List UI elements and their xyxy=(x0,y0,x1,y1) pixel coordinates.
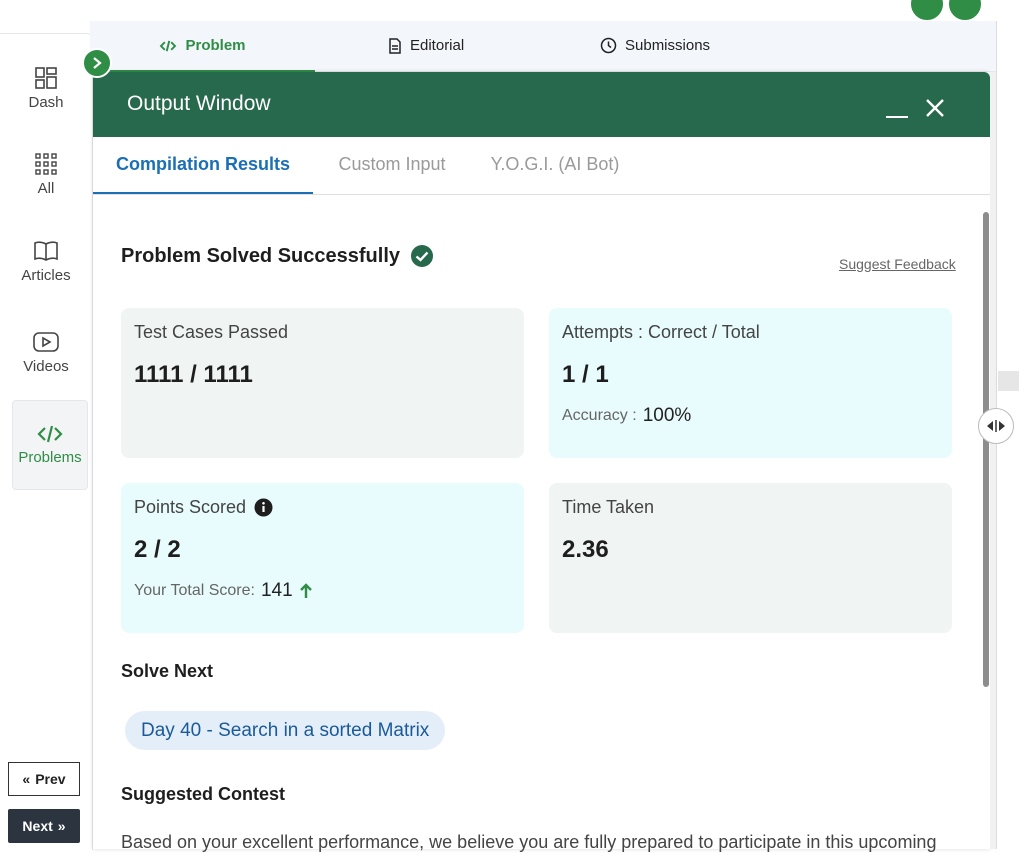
card-value: 2.36 xyxy=(562,536,609,563)
sidebar-item-articles[interactable]: Articles xyxy=(0,239,92,284)
top-bar xyxy=(0,0,1019,22)
total-score-value: 141 xyxy=(260,580,293,601)
points-card: Points Scored 2 / 2 Your Total Score: 14… xyxy=(121,483,524,633)
double-chevron-right-icon: » xyxy=(57,818,66,834)
expand-sidebar-button[interactable] xyxy=(82,48,112,78)
card-label: Points Scored xyxy=(134,497,247,517)
tab-label: Editorial xyxy=(410,37,465,54)
tab-problem[interactable]: Problem xyxy=(90,21,315,72)
prev-label: Prev xyxy=(35,771,66,787)
document-icon xyxy=(389,37,401,54)
card-label-row: Points Scored xyxy=(134,497,511,518)
dashboard-icon xyxy=(35,67,57,89)
sidebar-item-dash[interactable]: Dash xyxy=(0,66,92,111)
next-button[interactable]: Next » xyxy=(8,809,80,843)
card-label: Time Taken xyxy=(562,497,655,517)
chevron-right-icon xyxy=(93,57,102,69)
time-taken-card: Time Taken 2.36 xyxy=(549,483,952,633)
sidebar-item-videos[interactable]: Videos xyxy=(0,330,92,375)
contest-description: Based on your excellent performance, we … xyxy=(121,832,937,852)
book-icon xyxy=(34,241,58,261)
double-chevron-left-icon: « xyxy=(22,771,31,787)
attempts-card: Attempts : Correct / Total 1 / 1 Accurac… xyxy=(549,308,952,458)
card-value: 1111 / 1111 xyxy=(134,361,253,388)
clock-icon xyxy=(600,37,617,54)
minimize-icon[interactable] xyxy=(886,116,908,118)
grid-icon xyxy=(35,153,57,175)
card-value: 1 / 1 xyxy=(562,361,609,388)
check-circle-icon xyxy=(411,245,433,267)
tab-compilation-results[interactable]: Compilation Results xyxy=(93,137,313,194)
editor-gutter xyxy=(998,371,1019,391)
tab-submissions[interactable]: Submissions xyxy=(600,21,710,70)
accuracy-value: 100% xyxy=(642,405,692,426)
solve-next-link[interactable]: Day 40 - Search in a sorted Matrix xyxy=(125,711,446,750)
left-sidebar: Dash All Articles Videos Problems xyxy=(0,33,93,850)
prev-button[interactable]: « Prev xyxy=(8,762,80,796)
sidebar-item-label: Videos xyxy=(23,358,69,375)
code-icon xyxy=(160,40,177,51)
accuracy-row: Accuracy : 100% xyxy=(562,405,939,427)
tab-label: Problem xyxy=(185,37,246,54)
suggest-feedback-link[interactable]: Suggest Feedback xyxy=(839,256,956,272)
sidebar-item-label: Problems xyxy=(18,449,82,466)
tab-custom-input[interactable]: Custom Input xyxy=(323,137,461,192)
output-window-header: Output Window xyxy=(93,72,990,137)
sidebar-item-problems[interactable]: Problems xyxy=(12,400,88,490)
tab-editorial[interactable]: Editorial xyxy=(388,21,464,70)
tab-label: Submissions xyxy=(625,37,711,54)
tab-yogi-ai-bot[interactable]: Y.O.G.I. (AI Bot) xyxy=(485,137,625,192)
problem-tabs: Problem Editorial Submissions xyxy=(90,21,996,72)
close-icon[interactable] xyxy=(925,98,945,118)
output-window-tabs: Compilation Results Custom Input Y.O.G.I… xyxy=(93,137,990,195)
sidebar-item-label: All xyxy=(37,180,55,197)
panel-resize-handle[interactable] xyxy=(978,408,1014,444)
total-score-row: Your Total Score: 141 xyxy=(134,580,511,602)
info-icon[interactable] xyxy=(254,498,273,517)
test-cases-card: Test Cases Passed 1111 / 1111 xyxy=(121,308,524,458)
scroll-track xyxy=(990,72,996,849)
status-heading: Problem Solved Successfully xyxy=(121,244,434,268)
sidebar-item-all[interactable]: All xyxy=(0,152,92,197)
card-value: 2 / 2 xyxy=(134,536,181,563)
sidebar-item-label: Articles xyxy=(21,267,71,284)
profile-avatar-icon[interactable] xyxy=(909,0,945,22)
total-score-label: Your Total Score: xyxy=(134,582,255,599)
accuracy-label: Accuracy : xyxy=(562,407,637,424)
scrollbar[interactable] xyxy=(983,212,989,687)
arrow-up-icon xyxy=(299,583,312,598)
suggested-contest-heading: Suggested Contest xyxy=(121,784,286,804)
card-label: Test Cases Passed xyxy=(134,322,289,342)
next-label: Next xyxy=(22,818,53,834)
code-icon xyxy=(37,425,63,443)
solve-next-heading: Solve Next xyxy=(121,661,214,681)
resize-arrows-icon xyxy=(987,420,1005,432)
card-label: Attempts : Correct / Total xyxy=(562,322,760,342)
sidebar-item-label: Dash xyxy=(28,94,64,111)
output-window-title: Output Window xyxy=(127,92,271,115)
status-text: Problem Solved Successfully xyxy=(121,244,400,267)
streak-avatar-icon[interactable] xyxy=(947,0,983,22)
video-icon xyxy=(33,332,59,352)
